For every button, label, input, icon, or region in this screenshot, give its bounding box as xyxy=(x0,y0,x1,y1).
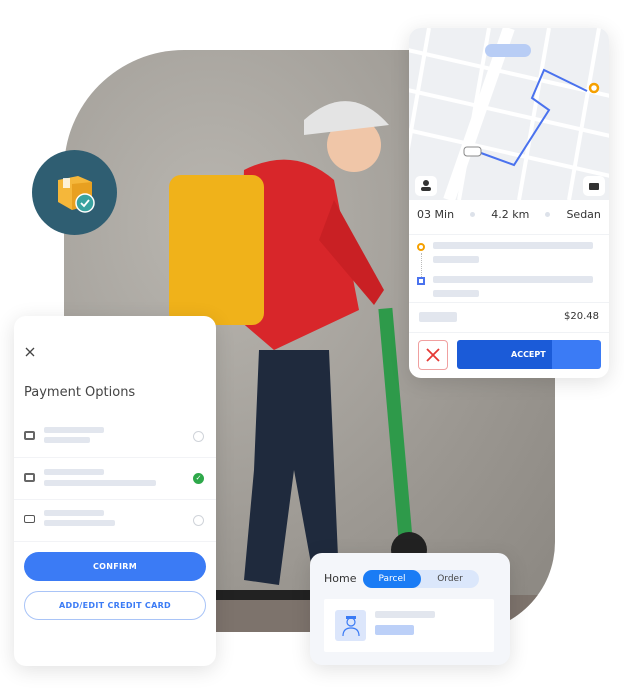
map-handle[interactable] xyxy=(485,44,531,57)
credit-card-icon xyxy=(24,515,35,523)
pickup-icon xyxy=(417,243,425,251)
payment-title: Payment Options xyxy=(24,385,136,400)
radio-button-checked[interactable]: ✓ xyxy=(193,473,204,484)
destination-pin-icon xyxy=(588,82,600,94)
home-title: Home xyxy=(324,572,357,585)
courier-icon xyxy=(335,610,366,641)
cash-icon xyxy=(24,473,35,482)
close-icon[interactable] xyxy=(25,347,35,357)
tab-parcel[interactable]: Parcel xyxy=(363,570,421,588)
payment-option-wallet[interactable]: ✓ xyxy=(14,458,216,500)
confirm-button[interactable]: CONFIRM xyxy=(24,552,206,581)
accept-button[interactable]: ACCEPT xyxy=(457,340,601,369)
add-edit-credit-card-button[interactable]: ADD/EDIT CREDIT CARD xyxy=(24,591,206,620)
payment-options-card: Payment Options ✓ CONFIRM ADD/EDIT CREDI… xyxy=(14,316,216,666)
ride-time: 03 Min xyxy=(417,208,455,221)
ride-price: $20.48 xyxy=(564,311,599,322)
cash-icon xyxy=(24,431,35,440)
decline-button[interactable] xyxy=(418,340,448,370)
route-map[interactable] xyxy=(409,28,609,200)
tab-switch: Parcel Order xyxy=(363,570,479,588)
home-delivery-card: Home Parcel Order xyxy=(310,553,510,665)
tab-order[interactable]: Order xyxy=(421,570,479,588)
radio-button[interactable] xyxy=(193,515,204,526)
payment-option-cash[interactable] xyxy=(14,416,216,458)
radio-button[interactable] xyxy=(193,431,204,442)
package-check-icon xyxy=(57,175,95,213)
car-icon xyxy=(463,146,482,157)
dropoff-icon xyxy=(417,277,425,285)
parcel-item[interactable] xyxy=(324,599,494,652)
vehicle-type: Sedan xyxy=(566,208,601,221)
ride-distance: 4.2 km xyxy=(491,208,530,221)
ride-request-card: 03 Min 4.2 km Sedan $20.48 ACCEPT xyxy=(409,28,609,378)
close-icon xyxy=(426,348,440,362)
payment-option-card[interactable] xyxy=(14,500,216,542)
package-badge xyxy=(32,150,117,235)
